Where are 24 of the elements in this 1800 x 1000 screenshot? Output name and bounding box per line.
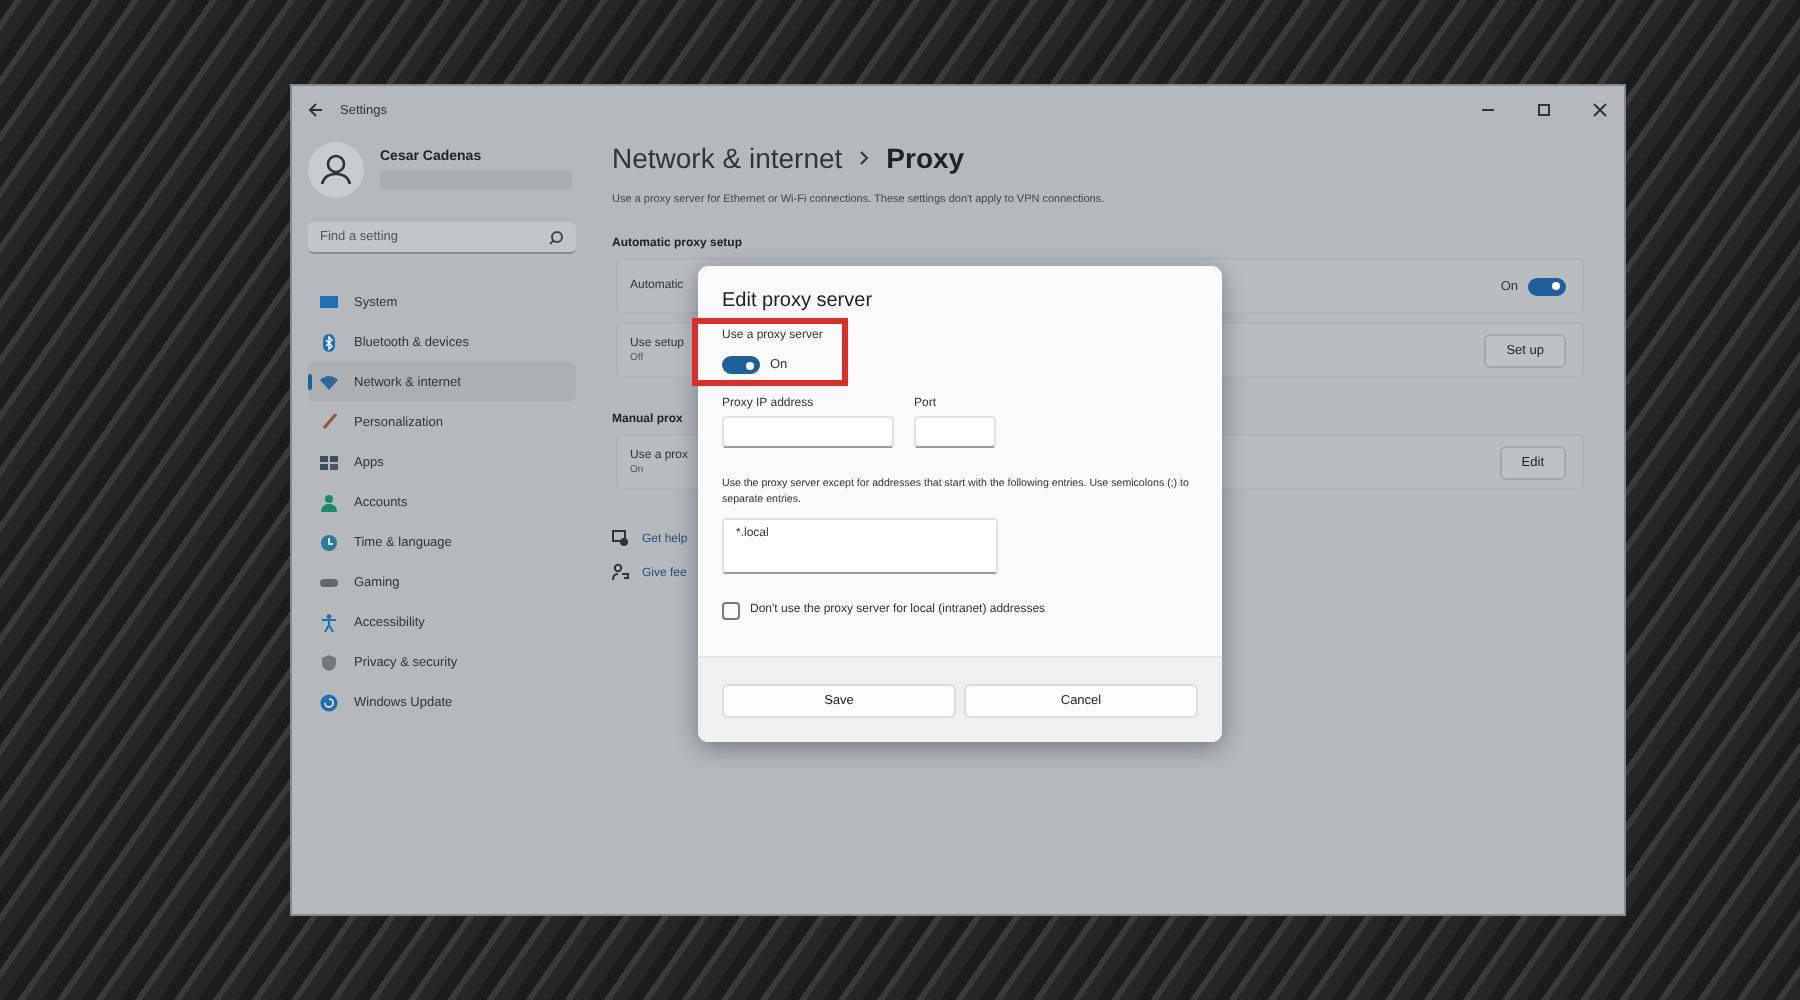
bluetooth-icon — [320, 333, 338, 351]
monitor-icon — [320, 293, 338, 311]
shield-icon — [320, 653, 338, 671]
checkbox[interactable] — [722, 601, 740, 620]
update-icon — [320, 693, 338, 711]
dialog-title: Edit proxy server — [722, 290, 875, 312]
chevron-right-icon — [858, 150, 871, 166]
port-field[interactable] — [914, 416, 996, 448]
apps-grid-icon — [320, 453, 338, 471]
feedback-icon — [612, 564, 630, 582]
close-icon — [1592, 102, 1608, 118]
avatar-icon — [308, 142, 364, 198]
wifi-icon — [320, 373, 338, 391]
accessibility-icon — [320, 613, 338, 631]
clock-icon — [320, 533, 338, 551]
ip-address-field[interactable] — [722, 416, 894, 448]
toggle-switch[interactable] — [1528, 277, 1566, 295]
maximize-icon — [1536, 102, 1552, 118]
page-title: Proxy — [886, 142, 965, 174]
toggle-switch[interactable] — [722, 356, 760, 374]
back-arrow-icon — [308, 102, 324, 118]
breadcrumb-parent[interactable]: Network & internet — [612, 142, 843, 174]
person-icon — [320, 493, 338, 511]
search-icon — [548, 230, 564, 246]
